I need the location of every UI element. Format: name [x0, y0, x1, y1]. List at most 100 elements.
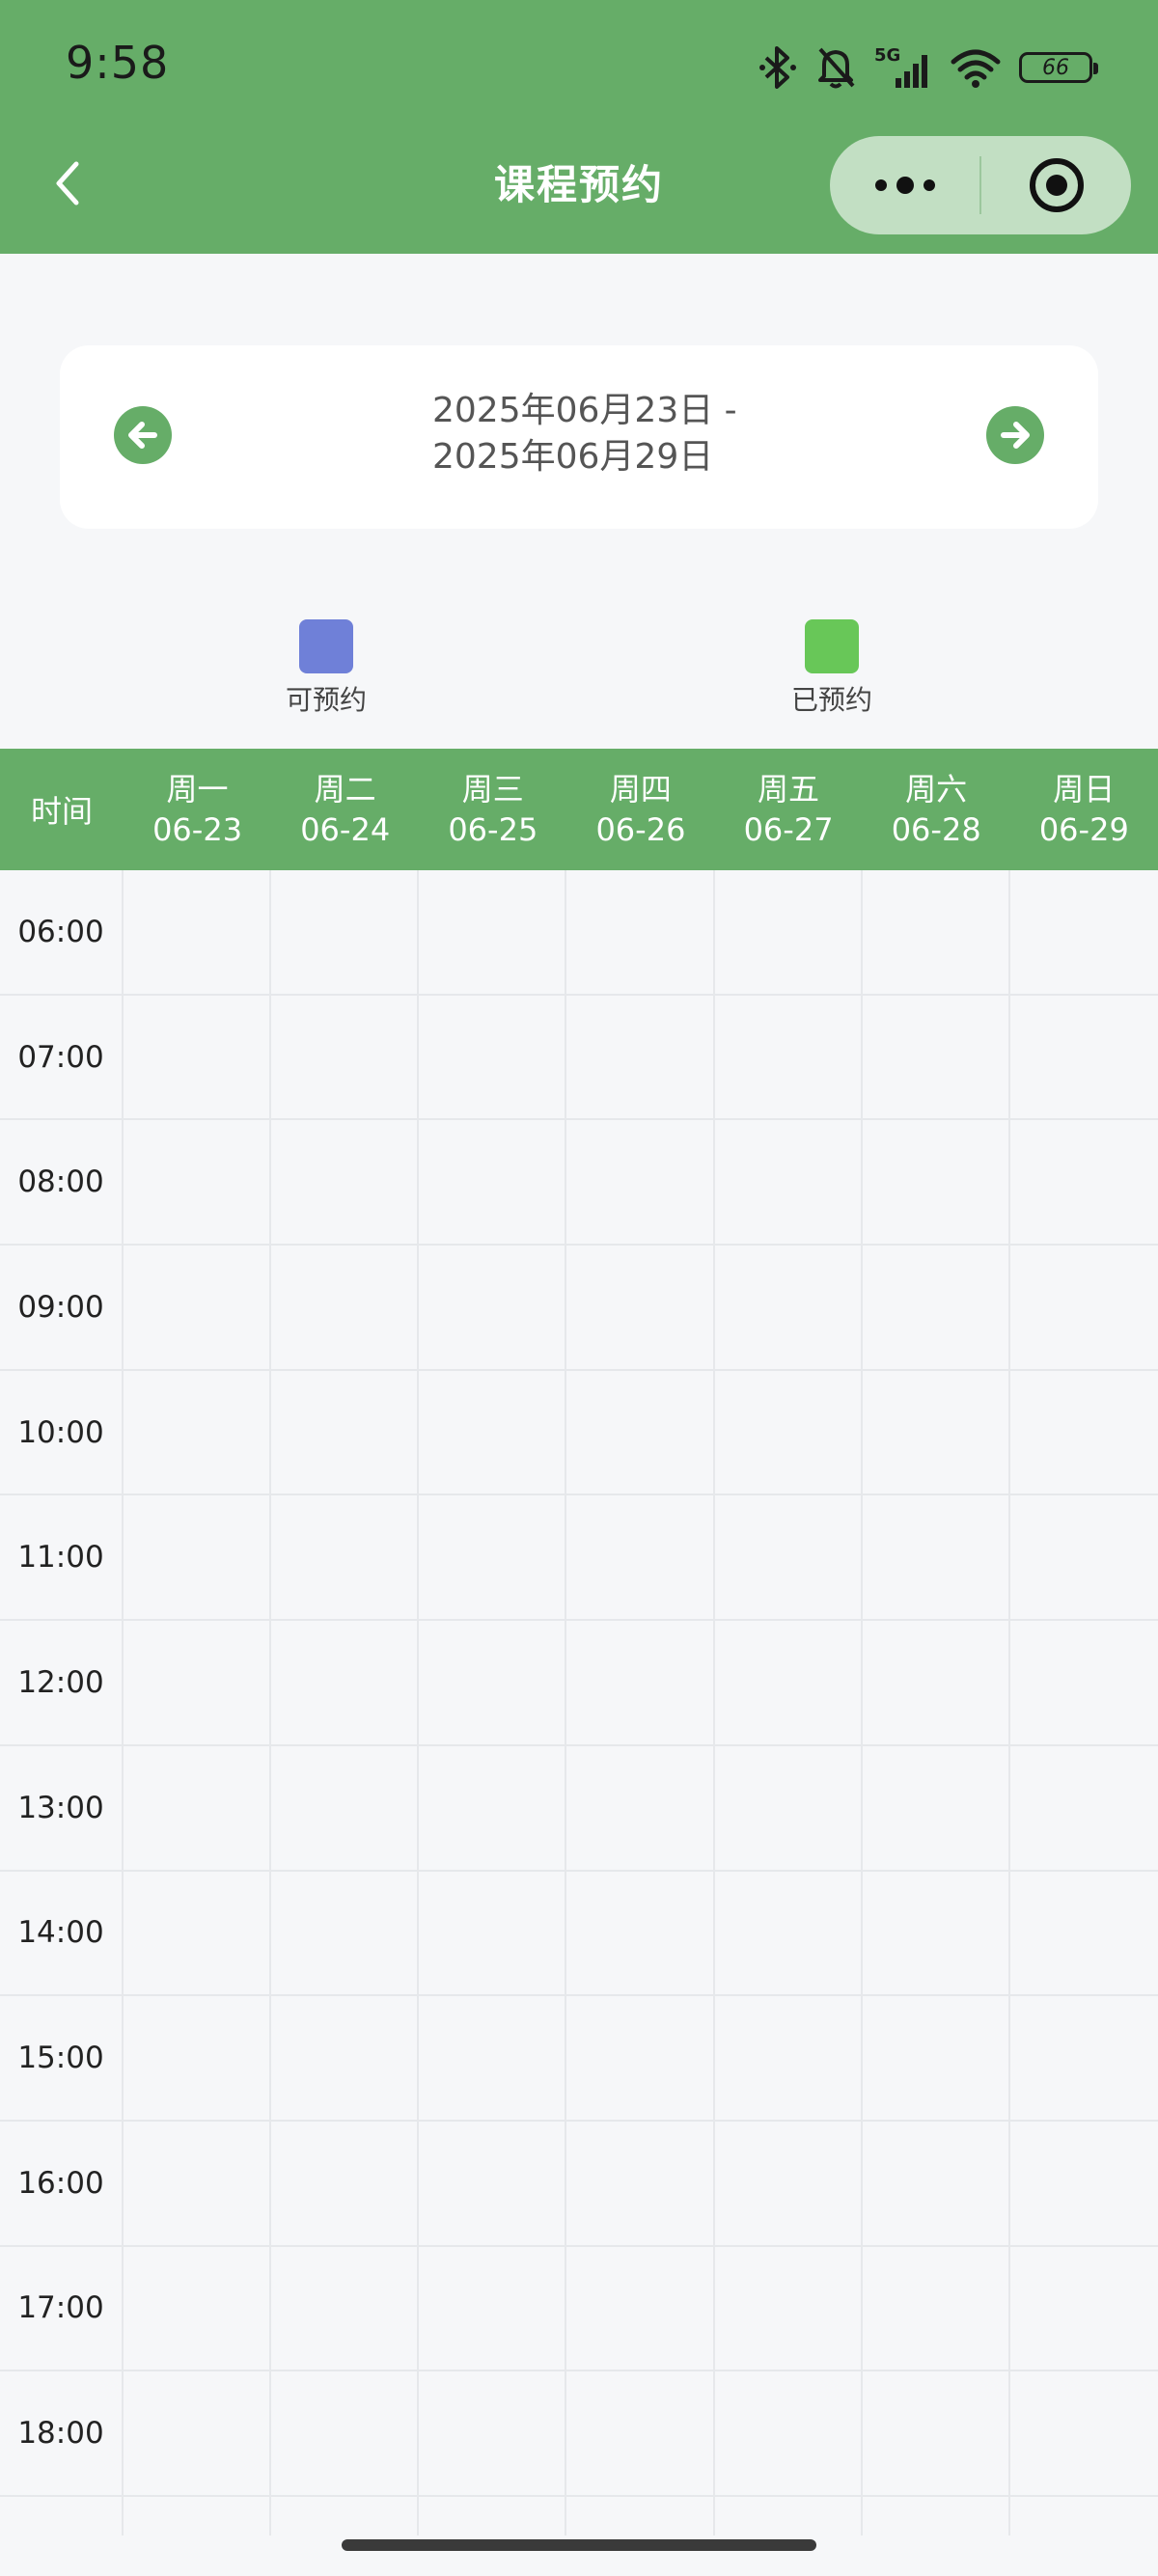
time-slot-cell[interactable] [1010, 2371, 1158, 2495]
time-slot-cell[interactable] [863, 995, 1010, 1119]
time-slot-cell[interactable] [715, 995, 863, 1119]
time-slot-cell[interactable] [271, 1246, 420, 1369]
time-slot-cell[interactable] [419, 1996, 567, 2120]
time-slot-cell[interactable] [124, 1871, 272, 1995]
time-slot-cell[interactable] [715, 1120, 863, 1245]
time-slot-cell[interactable] [715, 2121, 863, 2245]
time-slot-cell[interactable] [863, 1996, 1010, 2120]
time-slot-cell[interactable] [271, 870, 420, 994]
time-slot-cell[interactable] [124, 2371, 272, 2495]
time-slot-cell[interactable] [566, 2246, 715, 2370]
time-slot-cell[interactable] [419, 995, 567, 1119]
time-slot-cell[interactable] [124, 1246, 272, 1369]
time-slot-cell[interactable] [566, 2121, 715, 2245]
time-slot-cell[interactable] [124, 1996, 272, 2120]
time-slot-cell[interactable] [566, 870, 715, 994]
time-slot-cell[interactable] [124, 2496, 272, 2535]
time-slot-cell[interactable] [1010, 1246, 1158, 1369]
more-button[interactable] [830, 136, 979, 234]
time-slot-cell[interactable] [863, 870, 1010, 994]
time-slot-cell[interactable] [1010, 1371, 1158, 1494]
time-slot-cell[interactable] [1010, 1120, 1158, 1244]
time-slot-cell[interactable] [1010, 1872, 1158, 1995]
time-slot-cell[interactable] [271, 1745, 420, 1870]
time-slot-cell[interactable] [419, 1621, 567, 1744]
time-slot-cell[interactable] [124, 1495, 272, 1620]
time-slot-cell[interactable] [863, 2121, 1010, 2245]
time-slot-cell[interactable] [419, 2371, 567, 2495]
time-slot-cell[interactable] [271, 1996, 420, 2120]
time-slot-cell[interactable] [566, 1996, 715, 2120]
time-slot-cell[interactable] [124, 1370, 272, 1494]
time-slot-cell[interactable] [271, 1495, 420, 1620]
time-slot-cell[interactable] [419, 1370, 567, 1494]
time-slot-cell[interactable] [863, 1871, 1010, 1995]
time-slot-cell[interactable] [715, 1996, 863, 2120]
time-slot-cell[interactable] [271, 1621, 420, 1744]
time-slot-cell[interactable] [566, 1120, 715, 1245]
time-slot-cell[interactable] [1010, 2497, 1158, 2535]
time-slot-cell[interactable] [715, 1871, 863, 1995]
next-week-button[interactable] [986, 406, 1044, 464]
time-slot-cell[interactable] [863, 1745, 1010, 1870]
time-slot-cell[interactable] [124, 870, 272, 994]
time-slot-cell[interactable] [124, 1621, 272, 1744]
time-slot-cell[interactable] [419, 1246, 567, 1369]
time-slot-cell[interactable] [1010, 1495, 1158, 1619]
time-slot-cell[interactable] [1010, 2122, 1158, 2245]
time-slot-cell[interactable] [566, 2496, 715, 2535]
time-slot-cell[interactable] [1010, 996, 1158, 1119]
time-slot-cell[interactable] [863, 1495, 1010, 1620]
time-slot-cell[interactable] [419, 2246, 567, 2370]
time-slot-cell[interactable] [863, 2246, 1010, 2370]
time-slot-cell[interactable] [715, 1246, 863, 1369]
time-slot-cell[interactable] [271, 995, 420, 1119]
time-slot-cell[interactable] [419, 2496, 567, 2535]
time-slot-cell[interactable] [1010, 2247, 1158, 2370]
time-slot-cell[interactable] [715, 1745, 863, 1870]
time-slot-cell[interactable] [566, 1370, 715, 1494]
time-slot-cell[interactable] [715, 2496, 863, 2535]
time-slot-cell[interactable] [715, 2246, 863, 2370]
time-slot-cell[interactable] [715, 1495, 863, 1620]
time-slot-cell[interactable] [271, 2496, 420, 2535]
time-slot-cell[interactable] [715, 2371, 863, 2495]
time-slot-cell[interactable] [271, 2371, 420, 2495]
time-slot-cell[interactable] [124, 2121, 272, 2245]
time-slot-cell[interactable] [863, 2496, 1010, 2535]
time-slot-cell[interactable] [566, 1745, 715, 1870]
time-slot-cell[interactable] [863, 1370, 1010, 1494]
time-slot-cell[interactable] [863, 1246, 1010, 1369]
time-slot-cell[interactable] [1010, 870, 1158, 994]
time-slot-cell[interactable] [863, 1120, 1010, 1245]
time-slot-cell[interactable] [566, 1621, 715, 1744]
time-slot-cell[interactable] [271, 2121, 420, 2245]
time-slot-cell[interactable] [566, 995, 715, 1119]
time-slot-cell[interactable] [271, 1120, 420, 1245]
time-slot-cell[interactable] [271, 1871, 420, 1995]
time-slot-cell[interactable] [271, 1370, 420, 1494]
time-slot-cell[interactable] [124, 995, 272, 1119]
time-slot-cell[interactable] [1010, 1746, 1158, 1870]
time-slot-cell[interactable] [419, 1495, 567, 1620]
time-slot-cell[interactable] [124, 2246, 272, 2370]
time-slot-cell[interactable] [566, 1495, 715, 1620]
back-button[interactable] [48, 154, 87, 212]
time-slot-cell[interactable] [715, 870, 863, 994]
time-slot-cell[interactable] [124, 1120, 272, 1245]
time-slot-cell[interactable] [566, 1871, 715, 1995]
time-slot-cell[interactable] [863, 1621, 1010, 1744]
time-slot-cell[interactable] [1010, 1621, 1158, 1744]
time-slot-cell[interactable] [419, 870, 567, 994]
time-slot-cell[interactable] [419, 1120, 567, 1245]
time-slot-cell[interactable] [419, 1745, 567, 1870]
time-slot-cell[interactable] [863, 2371, 1010, 2495]
time-slot-cell[interactable] [419, 1871, 567, 1995]
prev-week-button[interactable] [114, 406, 172, 464]
time-slot-cell[interactable] [124, 1745, 272, 1870]
time-slot-cell[interactable] [1010, 1996, 1158, 2120]
time-slot-cell[interactable] [271, 2246, 420, 2370]
time-slot-cell[interactable] [566, 2371, 715, 2495]
time-slot-cell[interactable] [715, 1370, 863, 1494]
close-button[interactable] [981, 136, 1131, 234]
